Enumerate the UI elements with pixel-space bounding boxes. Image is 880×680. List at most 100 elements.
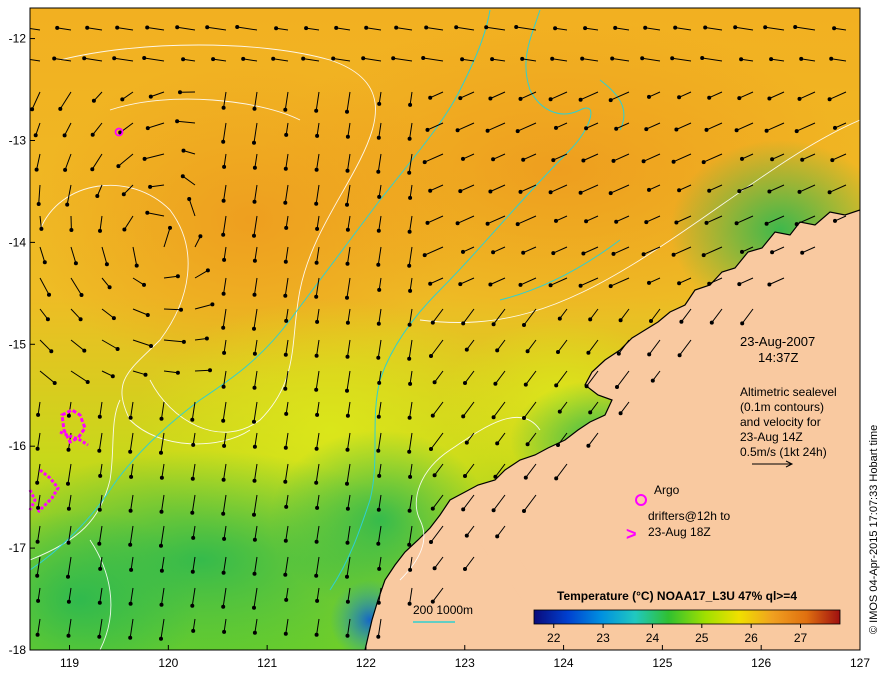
velocity-arrow-head [827, 190, 832, 195]
velocity-arrow-head [159, 416, 164, 421]
velocity-arrow-head [407, 542, 412, 547]
velocity-arrow-head [284, 225, 289, 230]
lon-tick-label: 127 [850, 656, 870, 670]
velocity-arrow-head [770, 250, 775, 255]
velocity-arrow-head [522, 323, 526, 327]
velocity-arrow-head [463, 381, 467, 385]
velocity-arrow-head [222, 443, 227, 448]
velocity-arrow-head [588, 317, 593, 322]
velocity-arrow-head [35, 539, 40, 544]
velocity-arrow-head [376, 448, 381, 453]
velocity-arrow-head [641, 252, 646, 257]
velocity-arrow-head [764, 128, 769, 133]
velocity-arrow-head [770, 157, 775, 162]
velocity-arrow-head [763, 25, 768, 30]
velocity-arrow-head [644, 127, 649, 132]
velocity-arrow-head [737, 282, 742, 287]
velocity-arrow-head [461, 249, 465, 254]
velocity-arrow-head [408, 474, 413, 479]
velocity-arrow-head [458, 282, 463, 287]
velocity-arrow-head [376, 228, 381, 233]
velocity-arrow-head [221, 198, 226, 203]
velocity-arrow-head [97, 507, 102, 512]
velocity-arrow-head [52, 381, 57, 385]
velocity-arrow-head [769, 57, 774, 62]
velocity-arrow-head [522, 509, 526, 513]
velocity-arrow-head [800, 157, 805, 162]
velocity-arrow-head [557, 316, 562, 321]
velocity-arrow-head [586, 350, 591, 355]
lon-tick-label: 122 [356, 656, 376, 670]
svg-text:0.5m/s (1kt 24h): 0.5m/s (1kt 24h) [740, 445, 827, 459]
velocity-arrow-head [345, 261, 350, 266]
velocity-arrow-head [485, 221, 490, 226]
velocity-arrow-head [175, 119, 180, 124]
velocity-arrow-head [345, 295, 349, 300]
velocity-arrow-head [407, 322, 412, 327]
velocity-arrow-head [430, 506, 435, 511]
velocity-arrow-head [97, 600, 102, 605]
velocity-arrow-head [376, 414, 381, 419]
velocity-arrow-head [464, 347, 469, 352]
velocity-arrow-head [463, 474, 467, 478]
velocity-arrow-head [581, 251, 586, 256]
velocity-arrow-head [252, 199, 257, 204]
velocity-arrow-head [461, 507, 466, 512]
velocity-arrow-head [554, 383, 559, 388]
velocity-arrow-head [69, 228, 74, 232]
lon-tick-label: 124 [554, 656, 574, 670]
velocity-arrow-head [252, 605, 256, 610]
velocity-arrow-head [252, 292, 257, 297]
velocity-arrow-head [610, 56, 615, 61]
velocity-arrow-head [95, 194, 100, 198]
velocity-arrow-head [361, 56, 366, 61]
velocity-arrow-head [66, 413, 71, 418]
velocity-arrow-head [616, 351, 621, 356]
velocity-arrow-head [283, 352, 288, 357]
velocity-arrow-head [707, 281, 712, 286]
velocity-arrow-head [36, 505, 41, 510]
velocity-arrow-head [128, 449, 133, 454]
velocity-arrow-head [428, 95, 433, 100]
velocity-arrow-head [252, 478, 257, 483]
velocity-arrow-head [345, 320, 350, 325]
velocity-arrow-head [180, 174, 185, 179]
sst-map: -12 -13 -14 -15 -16 -17 -18 119 120 121 122 123 124… [9, 7, 880, 670]
velocity-arrow-head [30, 107, 35, 112]
velocity-arrow-head [800, 250, 805, 255]
velocity-arrow-head [608, 98, 613, 103]
velocity-arrow-head [521, 157, 526, 162]
velocity-arrow-head [491, 322, 496, 327]
velocity-arrow-head [674, 220, 679, 225]
velocity-arrow-head [104, 262, 109, 267]
velocity-arrow-head [314, 260, 319, 265]
svg-text:(0.1m contours): (0.1m contours) [740, 400, 824, 414]
velocity-arrow-head [35, 480, 40, 485]
lat-tick-label: -12 [9, 32, 27, 46]
velocity-arrow-head [700, 56, 705, 60]
velocity-arrow-head [671, 252, 676, 257]
velocity-arrow-head [97, 541, 102, 546]
velocity-arrow-head [283, 445, 288, 450]
velocity-arrow-head [584, 219, 589, 224]
velocity-arrow-head [408, 567, 413, 572]
velocity-arrow-head [615, 385, 619, 389]
velocity-arrow-head [129, 474, 134, 479]
velocity-arrow-head [345, 413, 350, 418]
velocity-arrow-head [252, 419, 256, 424]
velocity-arrow-head [190, 603, 195, 608]
velocity-arrow-head [548, 190, 553, 195]
velocity-arrow-head [78, 317, 83, 322]
colorbar-tick-label: 27 [794, 631, 808, 645]
velocity-arrow-head [377, 473, 382, 478]
velocity-arrow-head [647, 280, 651, 285]
velocity-arrow-head [97, 414, 102, 419]
velocity-arrow-head [90, 167, 95, 172]
velocity-arrow-head [252, 537, 257, 542]
velocity-arrow-head [314, 539, 319, 544]
velocity-arrow-head [425, 127, 430, 132]
velocity-arrow-head [548, 283, 553, 288]
velocity-arrow-head [283, 479, 288, 484]
velocity-arrow-head [424, 25, 429, 30]
colorbar-tick-label: 25 [695, 631, 709, 645]
